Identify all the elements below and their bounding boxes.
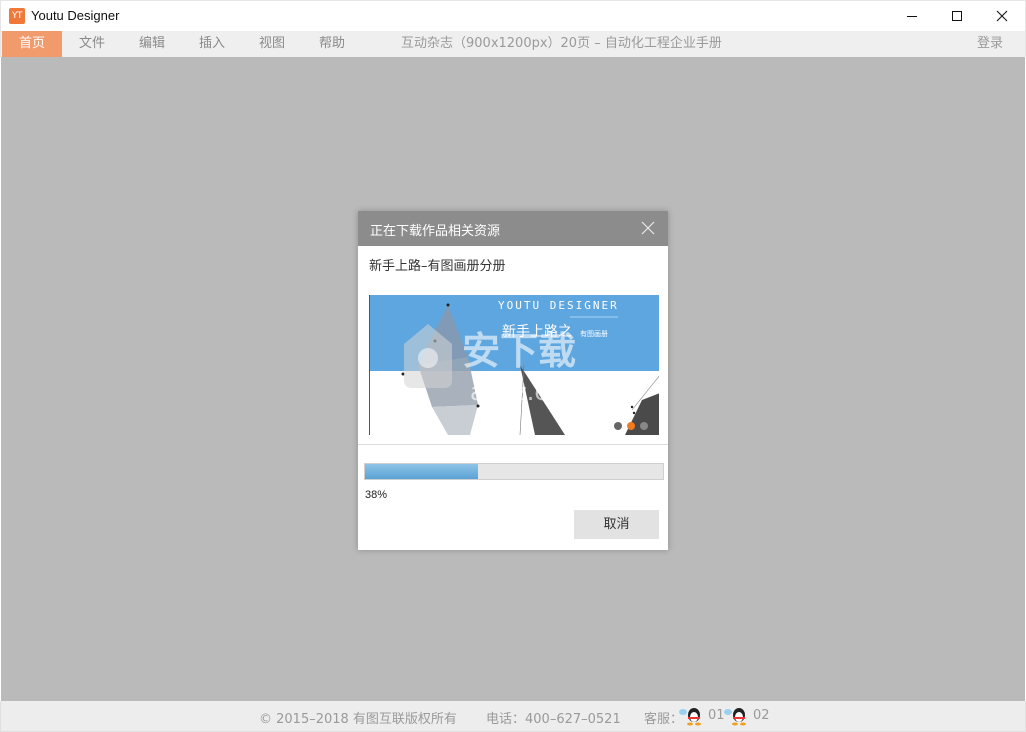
close-icon xyxy=(996,10,1008,22)
preview-image: YOUTU DESIGNER 新手上路之 有图画册 xyxy=(370,295,659,435)
preview-headline: 新手上路之 xyxy=(502,324,572,340)
item-name: 新手上路–有图画册分册 xyxy=(369,259,506,274)
minimize-button[interactable] xyxy=(889,1,935,31)
cancel-button[interactable]: 取消 xyxy=(574,510,659,539)
dialog-divider xyxy=(358,444,668,445)
preview-thumbnail: YOUTU DESIGNER 新手上路之 有图画册 xyxy=(369,295,659,435)
window-title: Youtu Designer xyxy=(31,8,120,23)
preview-subline: 有图画册 xyxy=(580,329,608,338)
download-progress-bar xyxy=(364,463,664,480)
document-title: 互动杂志（900x1200px）20页 – 自动化工程企业手册 xyxy=(401,36,722,51)
copyright-text: © 2015–2018 有图互联版权所有 xyxy=(259,712,457,727)
menu-home[interactable]: 首页 xyxy=(2,31,62,57)
dialog-title: 正在下载作品相关资源 xyxy=(370,224,501,239)
title-bar: YT Youtu Designer xyxy=(0,0,1026,31)
login-link[interactable]: 登录 xyxy=(977,31,1003,57)
maximize-button[interactable] xyxy=(934,1,980,31)
qq-service-2[interactable]: 02 xyxy=(753,708,770,723)
qq-service-1[interactable]: 01 xyxy=(708,708,725,723)
close-icon xyxy=(641,221,655,235)
preview-brand-text: YOUTU DESIGNER xyxy=(498,299,619,312)
service-label: 客服： xyxy=(644,712,684,727)
footer: © 2015–2018 有图互联版权所有 电话：400–627–0521 客服：… xyxy=(0,701,1026,732)
maximize-icon xyxy=(952,11,962,21)
menu-insert[interactable]: 插入 xyxy=(182,31,242,57)
download-progress-fill xyxy=(365,464,478,479)
close-window-button[interactable] xyxy=(979,1,1025,31)
menu-file[interactable]: 文件 xyxy=(62,31,122,57)
menu-view[interactable]: 视图 xyxy=(242,31,302,57)
download-dialog: 正在下载作品相关资源 新手上路–有图画册分册 YOUTU DESIGNER 新手… xyxy=(358,211,668,550)
app-logo-icon: YT xyxy=(9,8,25,24)
qq-icon[interactable] xyxy=(679,706,703,726)
menu-edit[interactable]: 编辑 xyxy=(122,31,182,57)
qq-icon[interactable] xyxy=(724,706,748,726)
progress-percent: 38% xyxy=(365,489,388,501)
dialog-close-button[interactable] xyxy=(640,220,656,236)
minimize-icon xyxy=(907,16,917,17)
menu-bar: 首页 文件 编辑 插入 视图 帮助 互动杂志（900x1200px）20页 – … xyxy=(0,31,1026,57)
dialog-header: 正在下载作品相关资源 xyxy=(358,211,668,246)
menu-help[interactable]: 帮助 xyxy=(302,31,362,57)
phone-text: 电话：400–627–0521 xyxy=(486,712,621,727)
